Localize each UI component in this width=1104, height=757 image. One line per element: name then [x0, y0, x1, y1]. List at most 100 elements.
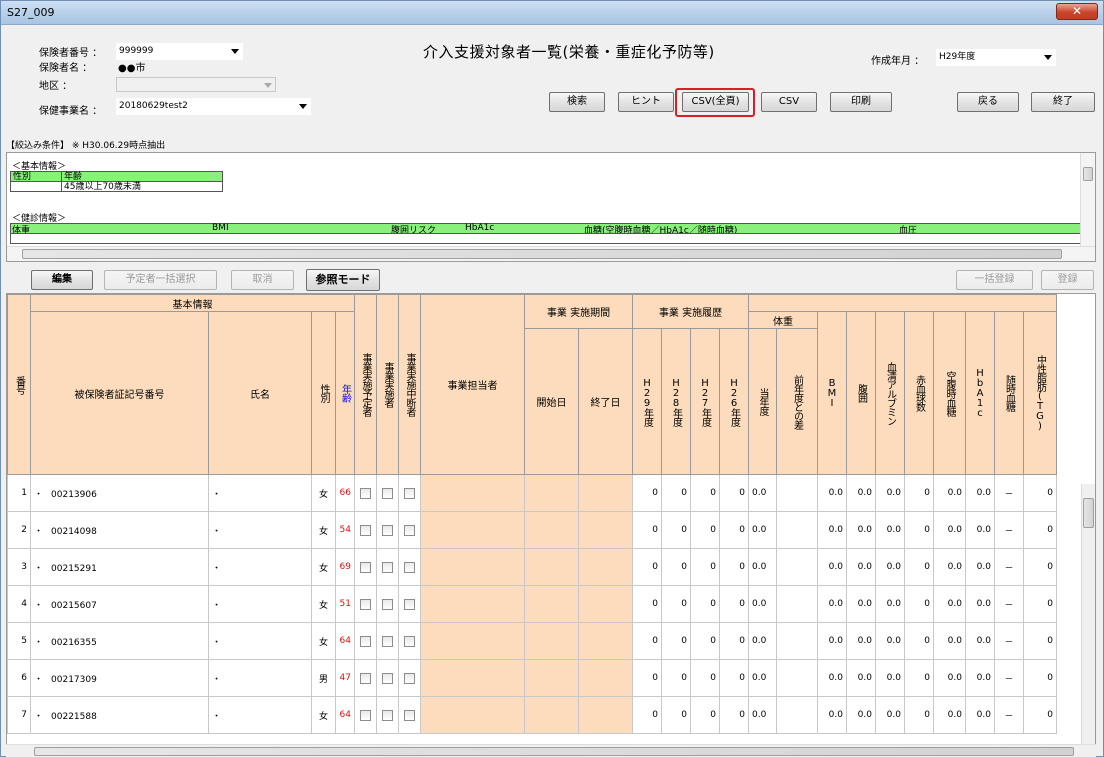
close-button[interactable]: ✕: [1056, 3, 1098, 20]
print-button[interactable]: 印刷: [830, 92, 892, 112]
row-checkbox-cell[interactable]: [376, 511, 399, 549]
grid-vertical-scrollbar[interactable]: [1081, 484, 1095, 744]
filter-horizontal-scrollbar[interactable]: [7, 246, 1095, 261]
area-select[interactable]: [116, 77, 276, 92]
cell-h26: 0: [719, 585, 749, 623]
cell-no: 4: [7, 585, 31, 623]
row-checkbox-cell[interactable]: [398, 696, 421, 734]
project-select[interactable]: 20180629test2: [116, 98, 311, 115]
row-checkbox-cell[interactable]: [398, 548, 421, 586]
checkbox[interactable]: [382, 709, 393, 721]
col-plan: 事業実施予定者: [354, 294, 377, 475]
row-checkbox-cell[interactable]: [376, 548, 399, 586]
row-checkbox-cell[interactable]: [398, 585, 421, 623]
row-checkbox-cell[interactable]: [354, 585, 377, 623]
cell-alb: 0.0: [875, 622, 905, 660]
table-row[interactable]: 3 ・ 00215291 ・女 69 0 0 0 0 0.0 0.0 0.0 0.0 0 0.0 0.0 － 0: [7, 548, 1057, 586]
checkbox[interactable]: [360, 524, 371, 536]
checkbox[interactable]: [360, 561, 371, 573]
grid-horizontal-scrollbar[interactable]: [6, 744, 1096, 757]
row-checkbox-cell[interactable]: [376, 474, 399, 512]
cell-empty: [578, 659, 633, 697]
checkbox[interactable]: [382, 487, 393, 499]
checkbox[interactable]: [404, 709, 415, 721]
checkbox[interactable]: [404, 635, 415, 647]
checkbox[interactable]: [404, 524, 415, 536]
row-checkbox-cell[interactable]: [354, 474, 377, 512]
app-window: S27_009 ✕ 保険者番号 ： 999999 保険者名 ： ●●市 地区 ：…: [0, 0, 1104, 757]
checkbox[interactable]: [360, 709, 371, 721]
insurer-no-select[interactable]: 999999: [116, 43, 243, 60]
filter-vertical-scrollbar[interactable]: [1080, 153, 1095, 247]
cell-empty: [524, 585, 579, 623]
cell-tg: 0: [1023, 696, 1057, 734]
row-checkbox-cell[interactable]: [354, 622, 377, 660]
row-checkbox-cell[interactable]: [398, 474, 421, 512]
hint-button[interactable]: ヒント: [618, 92, 674, 112]
row-checkbox-cell[interactable]: [398, 511, 421, 549]
cell-id-value: 00217309: [51, 674, 97, 685]
checkbox[interactable]: [360, 598, 371, 610]
col-albumin: 血清アルブミン: [875, 311, 905, 475]
cell-no: 7: [7, 696, 31, 734]
exit-button[interactable]: 終了: [1031, 92, 1095, 112]
cell-rbc: 0: [904, 474, 934, 512]
cell-fbs: 0.0: [933, 474, 966, 512]
checkbox[interactable]: [382, 635, 393, 647]
cell-empty: [776, 696, 818, 734]
cell-rbs: －: [994, 659, 1024, 697]
table-row[interactable]: 5 ・ 00216355 ・女 64 0 0 0 0 0.0 0.0 0.0 0.0 0 0.0 0.0 － 0: [7, 622, 1057, 660]
cancel-button[interactable]: 取消: [231, 270, 294, 290]
checkbox[interactable]: [360, 672, 371, 684]
checkbox[interactable]: [404, 672, 415, 684]
checkbox[interactable]: [382, 672, 393, 684]
row-checkbox-cell[interactable]: [398, 622, 421, 660]
row-checkbox-cell[interactable]: [376, 696, 399, 734]
back-button[interactable]: 戻る: [957, 92, 1019, 112]
select-all-planned-button[interactable]: 予定者一括選択: [104, 270, 217, 290]
cell-rbs: －: [994, 474, 1024, 512]
table-row[interactable]: 6 ・ 00217309 ・男 47 0 0 0 0 0.0 0.0 0.0 0.0 0 0.0 0.0 － 0: [7, 659, 1057, 697]
cell-h27: 0: [690, 585, 720, 623]
data-grid: 番号 基本情報 事業実施予定者 事業実施者 事業実施中断者 事業担当者 事業 実…: [6, 293, 1096, 745]
checkbox[interactable]: [404, 598, 415, 610]
cell-hba1c: 0.0: [965, 474, 995, 512]
table-row[interactable]: 7 ・ 00221588 ・女 64 0 0 0 0 0.0 0.0 0.0 0.0 0 0.0 0.0 － 0: [7, 696, 1057, 734]
checkbox[interactable]: [404, 561, 415, 573]
reference-mode-button[interactable]: 参照モード: [306, 269, 380, 291]
cell-rbc: 0: [904, 622, 934, 660]
register-all-button[interactable]: 一括登録: [956, 270, 1033, 290]
edit-button[interactable]: 編集: [31, 270, 93, 290]
table-row[interactable]: 2 ・ 00214098 ・女 54 0 0 0 0 0.0 0.0 0.0 0.0 0 0.0 0.0 － 0: [7, 511, 1057, 549]
cell-dot: ・: [34, 637, 44, 648]
row-checkbox-cell[interactable]: [354, 548, 377, 586]
register-button[interactable]: 登録: [1041, 270, 1094, 290]
checkbox[interactable]: [382, 598, 393, 610]
table-row[interactable]: 4 ・ 00215607 ・女 51 0 0 0 0 0.0 0.0 0.0 0.0 0 0.0 0.0 － 0: [7, 585, 1057, 623]
cell-cur: 0.0: [748, 585, 777, 623]
cell-h28: 0: [661, 548, 691, 586]
project-label: 保健事業名 ：: [39, 106, 103, 117]
checkbox[interactable]: [360, 487, 371, 499]
cell-age: 51: [335, 585, 355, 623]
cell-alb: 0.0: [875, 659, 905, 697]
cell-id: ・ 00216355: [30, 622, 209, 660]
search-button[interactable]: 検索: [549, 92, 605, 112]
cell-empty: [776, 585, 818, 623]
checkbox[interactable]: [382, 524, 393, 536]
row-checkbox-cell[interactable]: [354, 659, 377, 697]
checkbox[interactable]: [404, 487, 415, 499]
checkbox[interactable]: [382, 561, 393, 573]
row-checkbox-cell[interactable]: [354, 696, 377, 734]
checkbox[interactable]: [360, 635, 371, 647]
row-checkbox-cell[interactable]: [376, 622, 399, 660]
cell-h27: 0: [690, 696, 720, 734]
table-row[interactable]: 1 ・ 00213906 ・女 66 0 0 0 0 0.0 0.0 0.0 0.0 0 0.0 0.0 － 0: [7, 474, 1057, 512]
csv-button[interactable]: CSV: [761, 92, 817, 112]
cell-h28: 0: [661, 696, 691, 734]
created-select[interactable]: H29年度: [936, 49, 1056, 66]
row-checkbox-cell[interactable]: [376, 659, 399, 697]
row-checkbox-cell[interactable]: [376, 585, 399, 623]
row-checkbox-cell[interactable]: [398, 659, 421, 697]
row-checkbox-cell[interactable]: [354, 511, 377, 549]
